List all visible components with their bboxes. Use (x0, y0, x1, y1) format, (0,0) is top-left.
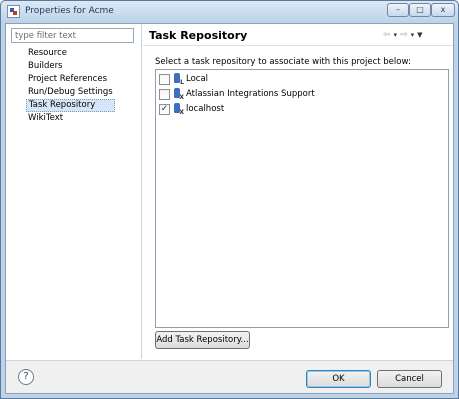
tree-item-project-references[interactable]: Project References (26, 73, 115, 86)
task-repository-icon: X (173, 87, 184, 101)
repository-label: localhost (186, 104, 225, 114)
main-panel: Task Repository ⇦ ▾ ⇨ ▾ ▼ Select a task … (143, 24, 453, 359)
instruction-text: Select a task repository to associate wi… (155, 57, 411, 67)
title-separator (143, 45, 453, 46)
tree-item-wikitext[interactable]: WikiText (26, 112, 115, 125)
repository-list[interactable]: L Local X Atlassian Integrations Support… (155, 69, 449, 328)
properties-dialog: Properties for Acme – □ x Resource Build… (0, 0, 459, 399)
property-page-tree: Resource Builders Project References Run… (26, 47, 115, 125)
title-bar: Properties for Acme – □ x (1, 1, 458, 23)
filter-input[interactable] (11, 28, 134, 43)
forward-dropdown-icon[interactable]: ▾ (411, 30, 415, 40)
repository-row-localhost[interactable]: ✓ X localhost (159, 102, 224, 116)
tree-item-resource[interactable]: Resource (26, 47, 115, 60)
repository-row-local[interactable]: L Local (159, 72, 208, 86)
page-title: Task Repository (149, 29, 248, 42)
window-title: Properties for Acme (25, 6, 114, 16)
page-navigation: ⇦ ▾ ⇨ ▾ ▼ (383, 30, 423, 40)
back-arrow-icon[interactable]: ⇦ (383, 30, 391, 40)
ok-button[interactable]: OK (306, 370, 371, 388)
sidebar: Resource Builders Project References Run… (6, 24, 142, 359)
task-repository-icon: L (173, 72, 184, 86)
repository-label: Atlassian Integrations Support (186, 89, 315, 99)
add-task-repository-button[interactable]: Add Task Repository... (155, 331, 250, 349)
view-menu-icon[interactable]: ▼ (417, 30, 422, 40)
help-icon[interactable]: ? (18, 369, 34, 385)
task-repository-icon: X (173, 102, 184, 116)
maximize-button[interactable]: □ (409, 3, 431, 17)
dialog-client-area: Resource Builders Project References Run… (5, 23, 454, 394)
close-button[interactable]: x (431, 3, 455, 17)
repository-row-atlassian[interactable]: X Atlassian Integrations Support (159, 87, 315, 101)
repository-checkbox[interactable] (159, 88, 170, 100)
tree-item-run-debug-settings[interactable]: Run/Debug Settings (26, 86, 115, 99)
tree-item-builders[interactable]: Builders (26, 60, 115, 73)
button-bar: ? OK Cancel (6, 360, 453, 393)
repository-label: Local (186, 74, 209, 84)
forward-arrow-icon[interactable]: ⇨ (400, 30, 408, 40)
repository-checkbox[interactable] (159, 73, 170, 85)
tree-item-task-repository[interactable]: Task Repository (26, 99, 115, 112)
back-dropdown-icon[interactable]: ▾ (394, 30, 398, 40)
repository-checkbox-checked[interactable]: ✓ (159, 103, 170, 115)
cancel-button[interactable]: Cancel (377, 370, 442, 388)
app-icon (7, 5, 20, 18)
minimize-button[interactable]: – (387, 3, 409, 17)
